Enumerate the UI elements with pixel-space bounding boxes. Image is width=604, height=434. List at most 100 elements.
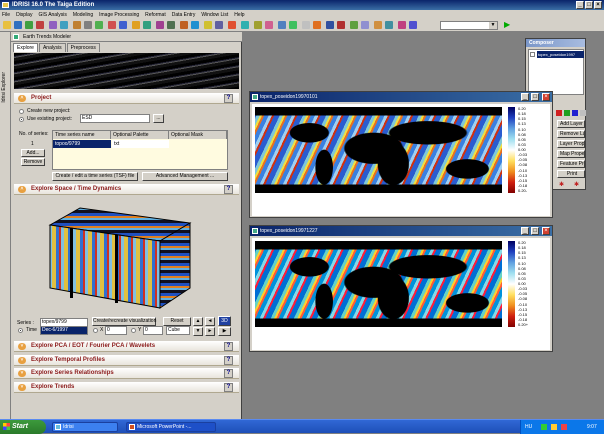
section-series-relationships[interactable]: ˅ Explore Series Relationships ?	[14, 368, 239, 379]
add-series-button[interactable]: Add...	[21, 149, 45, 157]
shortcut-icon[interactable]	[374, 21, 382, 29]
feature-properties-button[interactable]: Feature Properties	[557, 160, 585, 168]
macro-icon[interactable]	[302, 21, 310, 29]
help-button[interactable]: ?	[224, 94, 233, 103]
layer-item[interactable]: topex_poseidon1997	[537, 51, 584, 58]
histogram-icon[interactable]	[156, 21, 164, 29]
signature-icon[interactable]	[265, 21, 273, 29]
target-icon[interactable]	[228, 21, 236, 29]
section-space-time[interactable]: ˄ Explore Space / Time Dynamics ?	[14, 184, 239, 195]
open-icon[interactable]	[3, 21, 11, 29]
filter-icon[interactable]	[241, 21, 249, 29]
y-select[interactable]: 0	[143, 326, 163, 335]
zoom-out-icon[interactable]	[84, 21, 92, 29]
help-button[interactable]: ?	[224, 383, 233, 392]
create-project-radio[interactable]	[19, 109, 24, 114]
color-green-icon[interactable]	[564, 110, 570, 116]
color-red-icon[interactable]	[556, 110, 562, 116]
image-icon[interactable]	[361, 21, 369, 29]
x-radio[interactable]	[93, 328, 98, 333]
chevron-down-icon[interactable]: ˅	[18, 343, 26, 350]
idrisi-explorer-strip[interactable]: Idrisi Explorer	[0, 32, 11, 419]
network-icon[interactable]	[541, 424, 547, 430]
time-select[interactable]: Dec-6/1997	[40, 326, 88, 335]
menu-gis-analysis[interactable]: GIS Analysis	[38, 12, 66, 18]
menu-image-processing[interactable]: Image Processing	[99, 12, 139, 18]
maximize-button[interactable]: □	[531, 227, 539, 235]
space-time-cube[interactable]	[40, 203, 200, 311]
color-blue-icon[interactable]	[572, 110, 578, 116]
3d-view-icon[interactable]: 3D	[218, 316, 231, 326]
advanced-management-button[interactable]: Advanced Management ...	[142, 172, 228, 181]
land-change-icon[interactable]	[337, 21, 345, 29]
measure-icon[interactable]	[132, 21, 140, 29]
arrow-up-icon[interactable]: ▲	[193, 317, 203, 326]
menu-file[interactable]: File	[2, 12, 10, 18]
tab-analysis[interactable]: Analysis	[38, 43, 66, 52]
x-select[interactable]: 0	[105, 326, 127, 335]
chevron-up-icon[interactable]: ˄	[18, 95, 26, 102]
digitize-icon[interactable]	[108, 21, 116, 29]
database-icon[interactable]	[49, 21, 57, 29]
save-composition-icon[interactable]: ✱	[574, 181, 579, 188]
help-icon[interactable]	[385, 21, 393, 29]
menu-window-list[interactable]: Window List	[201, 12, 228, 18]
sea-level-map-2[interactable]	[255, 241, 502, 327]
tree-icon[interactable]	[350, 21, 358, 29]
tab-preprocess[interactable]: Preprocess	[66, 43, 100, 52]
reclass-icon[interactable]	[167, 21, 175, 29]
time-radio[interactable]	[18, 328, 23, 333]
security-icon[interactable]	[561, 424, 567, 430]
help-button[interactable]: ?	[224, 342, 233, 351]
row-palette[interactable]: txt	[112, 140, 169, 148]
maximize-button[interactable]: □	[531, 93, 539, 101]
overlay-icon[interactable]	[180, 21, 188, 29]
close-layer-icon[interactable]: ✱	[559, 181, 564, 188]
arrow-down-icon[interactable]: ▼	[193, 327, 203, 336]
zoom-in-icon[interactable]	[73, 21, 81, 29]
menu-reformat[interactable]: Reformat	[145, 12, 166, 18]
decision-icon[interactable]	[278, 21, 286, 29]
section-temporal-profiles[interactable]: ˅ Explore Temporal Profiles ?	[14, 355, 239, 366]
shortcut-combo[interactable]: ▼	[440, 21, 498, 30]
create-visualization-button[interactable]: Create/recreate visualization	[92, 317, 156, 326]
close-button[interactable]: ×	[542, 227, 550, 235]
create-tsf-button[interactable]: Create / edit a time series (TSF) file	[52, 172, 138, 181]
sea-level-map-1[interactable]	[255, 107, 502, 193]
change-icon[interactable]	[289, 21, 297, 29]
chevron-down-icon[interactable]: ˅	[18, 384, 26, 391]
volume-icon[interactable]	[551, 424, 557, 430]
model-icon[interactable]	[313, 21, 321, 29]
start-button[interactable]: Start	[0, 420, 46, 434]
section-project[interactable]: ˄ Project ?	[14, 93, 239, 104]
query-icon[interactable]	[60, 21, 68, 29]
minimize-button[interactable]: _	[521, 227, 529, 235]
menu-display[interactable]: Display	[16, 12, 32, 18]
play-icon[interactable]: ▶	[504, 21, 510, 29]
earth-icon[interactable]	[326, 21, 334, 29]
task-idrisi[interactable]: Idrisi	[52, 422, 118, 432]
add-layer-button[interactable]: Add Layer	[557, 120, 585, 128]
layer-checkbox[interactable]	[530, 52, 535, 57]
help-button[interactable]: ?	[224, 356, 233, 365]
close-button[interactable]: ×	[542, 93, 550, 101]
play-animation-icon[interactable]: ▶	[218, 327, 231, 336]
menu-data-entry[interactable]: Data Entry	[172, 12, 196, 18]
classify-icon[interactable]	[254, 21, 262, 29]
notes-icon[interactable]	[398, 21, 406, 29]
help-button[interactable]: ?	[224, 185, 233, 194]
layer-icon[interactable]	[25, 21, 33, 29]
chevron-down-icon[interactable]: ˅	[18, 370, 26, 377]
map-properties-button[interactable]: Map Properties	[557, 150, 585, 158]
close-button[interactable]: ×	[594, 1, 602, 9]
arrow-left-icon[interactable]: ◄	[205, 317, 215, 326]
layer-properties-button[interactable]: Layer Properties	[557, 140, 585, 148]
window-icon[interactable]	[409, 21, 417, 29]
composer-layer-list[interactable]: topex_poseidon1997	[528, 49, 584, 95]
composer-icon[interactable]	[36, 21, 44, 29]
menu-help[interactable]: Help	[234, 12, 244, 18]
remove-layer-button[interactable]: Remove Layer	[557, 130, 585, 138]
color-gray-icon[interactable]	[580, 110, 586, 116]
arrow-right-icon[interactable]: ►	[205, 327, 215, 336]
minimize-button[interactable]: _	[521, 93, 529, 101]
